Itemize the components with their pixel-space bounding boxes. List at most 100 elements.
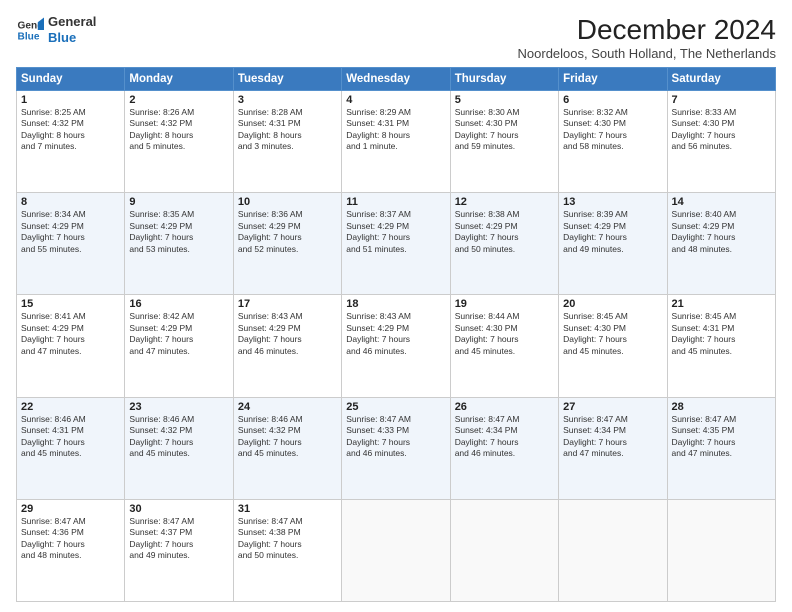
calendar-week-5: 29Sunrise: 8:47 AMSunset: 4:36 PMDayligh… [17, 499, 776, 601]
cell-text: Sunrise: 8:47 AMSunset: 4:34 PMDaylight:… [563, 414, 662, 460]
cell-text: Sunrise: 8:43 AMSunset: 4:29 PMDaylight:… [346, 311, 445, 357]
day-number: 11 [346, 196, 445, 208]
calendar-cell: 5Sunrise: 8:30 AMSunset: 4:30 PMDaylight… [450, 91, 558, 193]
calendar-cell: 9Sunrise: 8:35 AMSunset: 4:29 PMDaylight… [125, 193, 233, 295]
cell-text: Sunrise: 8:47 AMSunset: 4:37 PMDaylight:… [129, 516, 228, 562]
day-number: 19 [455, 298, 554, 310]
day-number: 15 [21, 298, 120, 310]
calendar-cell: 27Sunrise: 8:47 AMSunset: 4:34 PMDayligh… [559, 397, 667, 499]
cell-text: Sunrise: 8:44 AMSunset: 4:30 PMDaylight:… [455, 311, 554, 357]
calendar-cell: 31Sunrise: 8:47 AMSunset: 4:38 PMDayligh… [233, 499, 341, 601]
calendar-cell: 25Sunrise: 8:47 AMSunset: 4:33 PMDayligh… [342, 397, 450, 499]
calendar-cell: 14Sunrise: 8:40 AMSunset: 4:29 PMDayligh… [667, 193, 775, 295]
calendar-cell: 11Sunrise: 8:37 AMSunset: 4:29 PMDayligh… [342, 193, 450, 295]
col-header-friday: Friday [559, 68, 667, 91]
cell-text: Sunrise: 8:40 AMSunset: 4:29 PMDaylight:… [672, 209, 771, 255]
cell-text: Sunrise: 8:34 AMSunset: 4:29 PMDaylight:… [21, 209, 120, 255]
day-number: 30 [129, 503, 228, 515]
cell-text: Sunrise: 8:36 AMSunset: 4:29 PMDaylight:… [238, 209, 337, 255]
calendar-cell: 28Sunrise: 8:47 AMSunset: 4:35 PMDayligh… [667, 397, 775, 499]
day-number: 8 [21, 196, 120, 208]
col-header-saturday: Saturday [667, 68, 775, 91]
day-number: 16 [129, 298, 228, 310]
cell-text: Sunrise: 8:43 AMSunset: 4:29 PMDaylight:… [238, 311, 337, 357]
calendar-cell: 12Sunrise: 8:38 AMSunset: 4:29 PMDayligh… [450, 193, 558, 295]
svg-text:Blue: Blue [18, 31, 40, 42]
calendar-cell: 2Sunrise: 8:26 AMSunset: 4:32 PMDaylight… [125, 91, 233, 193]
col-header-thursday: Thursday [450, 68, 558, 91]
calendar-cell: 18Sunrise: 8:43 AMSunset: 4:29 PMDayligh… [342, 295, 450, 397]
calendar-cell: 1Sunrise: 8:25 AMSunset: 4:32 PMDaylight… [17, 91, 125, 193]
calendar-cell: 23Sunrise: 8:46 AMSunset: 4:32 PMDayligh… [125, 397, 233, 499]
calendar-week-2: 8Sunrise: 8:34 AMSunset: 4:29 PMDaylight… [17, 193, 776, 295]
day-number: 27 [563, 401, 662, 413]
calendar-cell: 22Sunrise: 8:46 AMSunset: 4:31 PMDayligh… [17, 397, 125, 499]
calendar-table: SundayMondayTuesdayWednesdayThursdayFrid… [16, 67, 776, 602]
calendar-cell: 6Sunrise: 8:32 AMSunset: 4:30 PMDaylight… [559, 91, 667, 193]
calendar-cell: 4Sunrise: 8:29 AMSunset: 4:31 PMDaylight… [342, 91, 450, 193]
day-number: 28 [672, 401, 771, 413]
day-number: 7 [672, 94, 771, 106]
cell-text: Sunrise: 8:47 AMSunset: 4:34 PMDaylight:… [455, 414, 554, 460]
day-number: 20 [563, 298, 662, 310]
cell-text: Sunrise: 8:39 AMSunset: 4:29 PMDaylight:… [563, 209, 662, 255]
logo: General Blue General Blue [16, 14, 96, 45]
day-number: 14 [672, 196, 771, 208]
cell-text: Sunrise: 8:47 AMSunset: 4:35 PMDaylight:… [672, 414, 771, 460]
day-number: 12 [455, 196, 554, 208]
calendar-cell: 20Sunrise: 8:45 AMSunset: 4:30 PMDayligh… [559, 295, 667, 397]
calendar-header-row: SundayMondayTuesdayWednesdayThursdayFrid… [17, 68, 776, 91]
calendar-cell: 13Sunrise: 8:39 AMSunset: 4:29 PMDayligh… [559, 193, 667, 295]
day-number: 13 [563, 196, 662, 208]
cell-text: Sunrise: 8:46 AMSunset: 4:31 PMDaylight:… [21, 414, 120, 460]
cell-text: Sunrise: 8:46 AMSunset: 4:32 PMDaylight:… [238, 414, 337, 460]
cell-text: Sunrise: 8:26 AMSunset: 4:32 PMDaylight:… [129, 107, 228, 153]
cell-text: Sunrise: 8:32 AMSunset: 4:30 PMDaylight:… [563, 107, 662, 153]
page: General Blue General Blue December 2024 … [0, 0, 792, 612]
day-number: 5 [455, 94, 554, 106]
day-number: 10 [238, 196, 337, 208]
logo-line1: General [48, 14, 96, 30]
calendar-week-4: 22Sunrise: 8:46 AMSunset: 4:31 PMDayligh… [17, 397, 776, 499]
cell-text: Sunrise: 8:47 AMSunset: 4:36 PMDaylight:… [21, 516, 120, 562]
col-header-tuesday: Tuesday [233, 68, 341, 91]
calendar-cell: 7Sunrise: 8:33 AMSunset: 4:30 PMDaylight… [667, 91, 775, 193]
calendar-cell: 24Sunrise: 8:46 AMSunset: 4:32 PMDayligh… [233, 397, 341, 499]
calendar-cell: 29Sunrise: 8:47 AMSunset: 4:36 PMDayligh… [17, 499, 125, 601]
calendar-cell: 21Sunrise: 8:45 AMSunset: 4:31 PMDayligh… [667, 295, 775, 397]
col-header-wednesday: Wednesday [342, 68, 450, 91]
col-header-monday: Monday [125, 68, 233, 91]
main-title: December 2024 [518, 14, 776, 46]
calendar-cell: 8Sunrise: 8:34 AMSunset: 4:29 PMDaylight… [17, 193, 125, 295]
cell-text: Sunrise: 8:30 AMSunset: 4:30 PMDaylight:… [455, 107, 554, 153]
cell-text: Sunrise: 8:25 AMSunset: 4:32 PMDaylight:… [21, 107, 120, 153]
day-number: 2 [129, 94, 228, 106]
cell-text: Sunrise: 8:47 AMSunset: 4:38 PMDaylight:… [238, 516, 337, 562]
cell-text: Sunrise: 8:28 AMSunset: 4:31 PMDaylight:… [238, 107, 337, 153]
title-block: December 2024 Noordeloos, South Holland,… [518, 14, 776, 61]
day-number: 23 [129, 401, 228, 413]
day-number: 4 [346, 94, 445, 106]
day-number: 31 [238, 503, 337, 515]
day-number: 1 [21, 94, 120, 106]
calendar-week-3: 15Sunrise: 8:41 AMSunset: 4:29 PMDayligh… [17, 295, 776, 397]
day-number: 6 [563, 94, 662, 106]
calendar-cell: 26Sunrise: 8:47 AMSunset: 4:34 PMDayligh… [450, 397, 558, 499]
day-number: 24 [238, 401, 337, 413]
calendar-cell: 19Sunrise: 8:44 AMSunset: 4:30 PMDayligh… [450, 295, 558, 397]
col-header-sunday: Sunday [17, 68, 125, 91]
calendar-week-1: 1Sunrise: 8:25 AMSunset: 4:32 PMDaylight… [17, 91, 776, 193]
calendar-cell: 10Sunrise: 8:36 AMSunset: 4:29 PMDayligh… [233, 193, 341, 295]
day-number: 3 [238, 94, 337, 106]
calendar-cell [559, 499, 667, 601]
calendar-cell [450, 499, 558, 601]
day-number: 18 [346, 298, 445, 310]
cell-text: Sunrise: 8:41 AMSunset: 4:29 PMDaylight:… [21, 311, 120, 357]
day-number: 25 [346, 401, 445, 413]
calendar-cell: 15Sunrise: 8:41 AMSunset: 4:29 PMDayligh… [17, 295, 125, 397]
cell-text: Sunrise: 8:46 AMSunset: 4:32 PMDaylight:… [129, 414, 228, 460]
cell-text: Sunrise: 8:45 AMSunset: 4:30 PMDaylight:… [563, 311, 662, 357]
cell-text: Sunrise: 8:33 AMSunset: 4:30 PMDaylight:… [672, 107, 771, 153]
logo-line2: Blue [48, 30, 96, 46]
cell-text: Sunrise: 8:42 AMSunset: 4:29 PMDaylight:… [129, 311, 228, 357]
